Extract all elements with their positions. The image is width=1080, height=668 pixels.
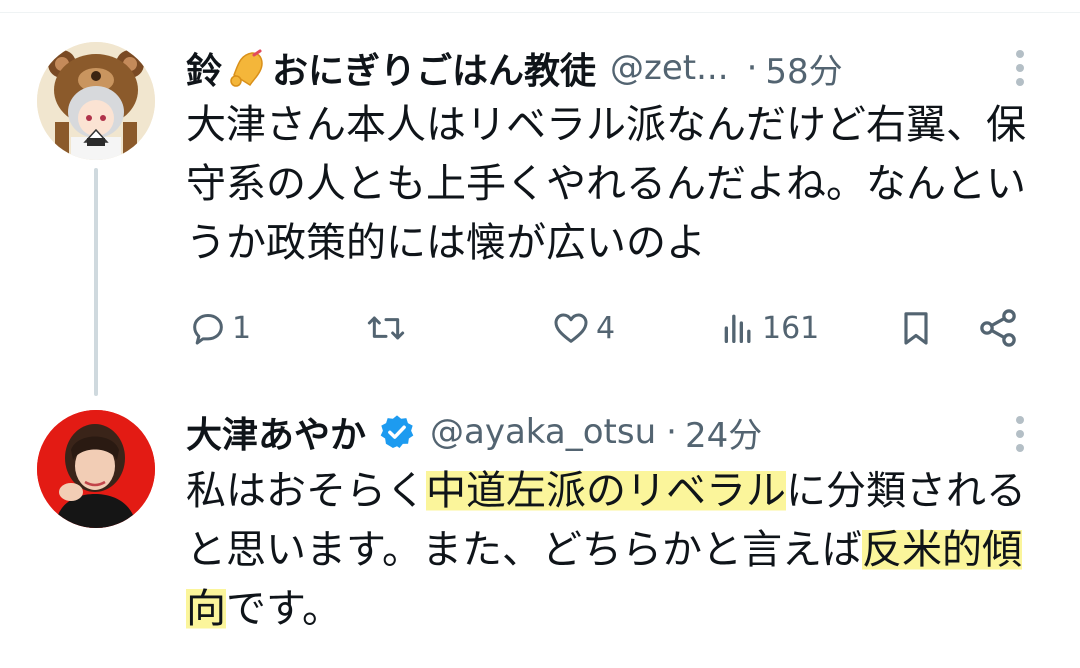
separator-dot: ·: [666, 412, 677, 452]
tweet-actions-bar: 1 4 161: [186, 304, 1036, 352]
views-icon: [724, 314, 751, 343]
reply-button[interactable]: 1: [188, 304, 251, 352]
tweet-header: 鈴 おにぎりごはん教徒 @zet... · 58分: [186, 40, 843, 96]
more-icon[interactable]: [1012, 48, 1028, 88]
like-icon: [554, 313, 588, 343]
user-handle[interactable]: @zet...: [610, 48, 729, 88]
separator-dot: ·: [746, 48, 758, 88]
bookmark-button[interactable]: [896, 304, 936, 352]
tweet-text: 私はおそらく中道左派のリベラルに分類されると思います。また、どちらかと言えば反米…: [186, 462, 1056, 639]
views-button[interactable]: 161: [718, 304, 819, 352]
avatar[interactable]: [37, 410, 155, 528]
reply-icon: [193, 314, 223, 345]
like-count: 4: [596, 310, 616, 346]
tweet-text-segment: です。: [226, 586, 342, 632]
timestamp[interactable]: 24分: [685, 408, 762, 457]
user-handle[interactable]: @ayaka_otsu: [430, 412, 656, 452]
display-name-rest[interactable]: おにぎりごはん教徒: [272, 42, 596, 94]
top-divider: [0, 12, 1080, 13]
avatar[interactable]: [37, 42, 155, 160]
tweet-header: 大津あやか @ayaka_otsu · 24分: [186, 404, 762, 460]
timestamp[interactable]: 58分: [765, 44, 842, 93]
tweet-text: 大津さん本人はリベラル派なんだけど右翼、保守系の人とも上手くやれるんだよね。なん…: [186, 102, 1026, 266]
display-name[interactable]: 鈴: [186, 42, 222, 94]
profile-photo-avatar-image: [37, 410, 155, 528]
bookmark-icon: [904, 312, 928, 345]
display-name[interactable]: 大津あやか: [186, 406, 366, 458]
reply-count: 1: [232, 310, 252, 346]
verified-badge-icon: [380, 415, 414, 448]
like-button[interactable]: 4: [550, 304, 615, 352]
more-icon[interactable]: [1012, 414, 1028, 454]
bell-emoji-icon: [230, 49, 263, 87]
retweet-icon: [367, 316, 405, 340]
share-icon: [980, 309, 1016, 347]
thread-connector-line: [94, 168, 98, 396]
view-count: 161: [762, 310, 820, 346]
bear-costume-avatar-image: [37, 42, 155, 160]
tweet-text-segment: 私はおそらく: [186, 468, 426, 514]
share-button[interactable]: [976, 304, 1020, 352]
retweet-button[interactable]: [364, 304, 412, 352]
highlighted-phrase: 中道左派のリベラル: [426, 468, 786, 514]
